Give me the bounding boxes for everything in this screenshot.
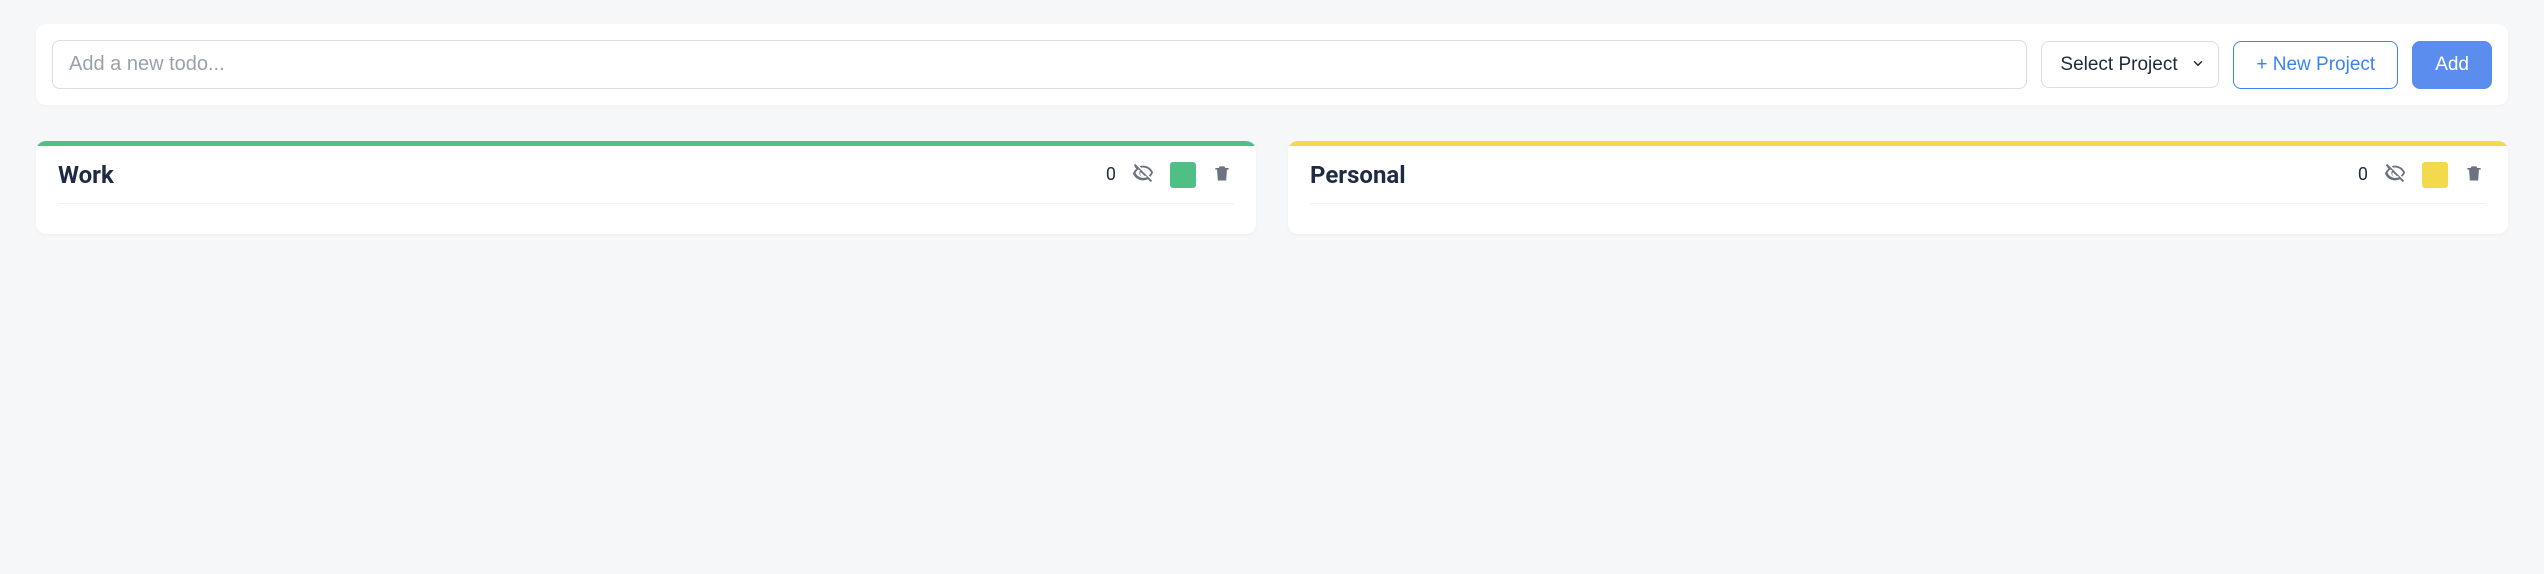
add-todo-button[interactable]: Add [2412,41,2492,89]
eye-off-icon [2384,162,2406,187]
hide-completed-button[interactable] [2382,160,2408,189]
project-title: Personal [1310,161,2344,189]
project-title: Work [58,161,1092,189]
project-header: Work 0 [58,160,1234,204]
project-body: Personal 0 [1288,146,2508,204]
trash-icon [1212,163,1232,186]
project-header: Personal 0 [1310,160,2486,204]
project-color-swatch[interactable] [2422,162,2448,188]
projects-grid: Work 0 Personal 0 [36,141,2508,234]
eye-off-icon [1132,162,1154,187]
project-select[interactable]: Select Project [2041,41,2219,88]
trash-icon [2464,163,2484,186]
delete-project-button[interactable] [2462,161,2486,188]
project-card: Personal 0 [1288,141,2508,234]
todo-input[interactable] [52,40,2027,89]
project-select-wrap: Select Project [2041,41,2219,88]
project-color-swatch[interactable] [1170,162,1196,188]
add-todo-toolbar: Select Project + New Project Add [36,24,2508,105]
project-count: 0 [1106,164,1116,185]
project-card: Work 0 [36,141,1256,234]
project-body: Work 0 [36,146,1256,204]
hide-completed-button[interactable] [1130,160,1156,189]
new-project-button[interactable]: + New Project [2233,41,2398,89]
project-count: 0 [2358,164,2368,185]
delete-project-button[interactable] [1210,161,1234,188]
